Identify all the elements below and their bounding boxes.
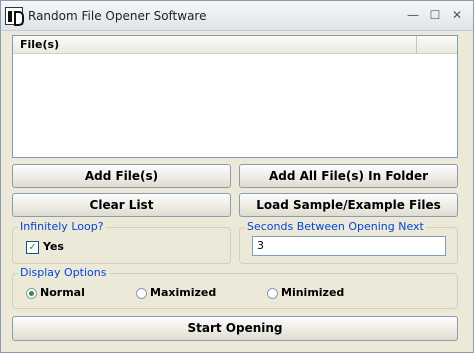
window-title: Random File Opener Software [28, 9, 207, 23]
seconds-between-group: Seconds Between Opening Next 3 [239, 220, 458, 264]
add-all-files-in-folder-button[interactable]: Add All File(s) In Folder [239, 164, 458, 188]
column-header-files[interactable]: File(s) [13, 36, 417, 54]
radio-minimized[interactable] [267, 288, 278, 299]
app-window: Random File Opener Software — ☐ ✕ File(s… [0, 0, 474, 353]
infinitely-loop-group: Infinitely Loop? ✓ Yes [12, 220, 231, 264]
clear-list-button[interactable]: Clear List [12, 193, 231, 217]
display-options-legend: Display Options [18, 266, 109, 279]
radio-minimized-label[interactable]: Minimized [281, 286, 344, 299]
radio-maximized-label[interactable]: Maximized [150, 286, 216, 299]
add-files-button[interactable]: Add File(s) [12, 164, 231, 188]
radio-maximized[interactable] [136, 288, 147, 299]
app-icon [5, 7, 24, 26]
loop-checkbox-label[interactable]: Yes [43, 240, 64, 253]
seconds-input[interactable]: 3 [252, 236, 446, 256]
radio-normal-label[interactable]: Normal [40, 286, 85, 299]
file-list[interactable]: File(s) [12, 35, 458, 158]
seconds-between-legend: Seconds Between Opening Next [245, 220, 426, 233]
infinitely-loop-legend: Infinitely Loop? [18, 220, 106, 233]
load-sample-files-button[interactable]: Load Sample/Example Files [239, 193, 458, 217]
display-options-group: Display Options Normal Maximized Minimiz… [12, 266, 458, 309]
radio-normal[interactable] [26, 288, 37, 299]
start-opening-button[interactable]: Start Opening [12, 316, 458, 341]
close-button[interactable]: ✕ [447, 6, 467, 24]
minimize-button[interactable]: — [403, 6, 423, 24]
maximize-button[interactable]: ☐ [425, 6, 445, 24]
loop-checkbox[interactable]: ✓ [26, 241, 39, 254]
title-bar[interactable]: Random File Opener Software — ☐ ✕ [1, 1, 473, 31]
file-list-header: File(s) [13, 36, 457, 54]
